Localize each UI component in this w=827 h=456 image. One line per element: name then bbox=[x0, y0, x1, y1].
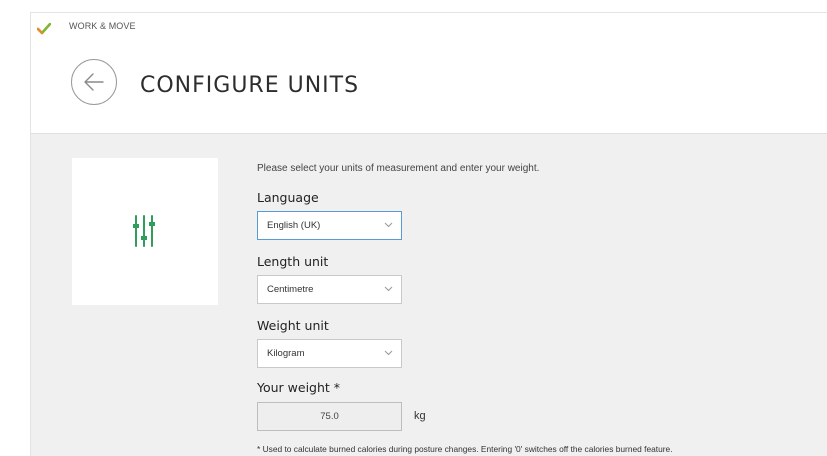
settings-icon-card bbox=[72, 158, 218, 305]
chevron-down-icon bbox=[384, 222, 393, 228]
language-label: Language bbox=[257, 190, 319, 205]
app-logo-icon bbox=[36, 20, 52, 35]
weight-label: Your weight * bbox=[257, 380, 341, 395]
weight-input[interactable]: 75.0 bbox=[257, 402, 402, 431]
weight-unit-suffix: kg bbox=[414, 410, 426, 422]
length-unit-select[interactable]: Centimetre bbox=[257, 275, 402, 304]
length-unit-value: Centimetre bbox=[267, 284, 314, 295]
footnote: * Used to calculate burned calories duri… bbox=[257, 444, 673, 454]
chevron-down-icon bbox=[384, 286, 393, 292]
page-title: CONFIGURE UNITS bbox=[140, 73, 360, 98]
weight-value: 75.0 bbox=[320, 411, 339, 422]
weight-unit-value: Kilogram bbox=[267, 348, 305, 359]
weight-unit-select[interactable]: Kilogram bbox=[257, 339, 402, 368]
page-header: CONFIGURE UNITS bbox=[31, 41, 827, 133]
app-window: WORK & MOVE CONFIGURE UNITS Please selec… bbox=[30, 12, 827, 456]
app-name: WORK & MOVE bbox=[69, 21, 136, 31]
back-button[interactable] bbox=[71, 59, 117, 105]
intro-text: Please select your units of measurement … bbox=[257, 163, 540, 174]
length-unit-label: Length unit bbox=[257, 254, 329, 269]
weight-unit-label: Weight unit bbox=[257, 318, 329, 333]
arrow-left-icon bbox=[84, 73, 104, 91]
language-select[interactable]: English (UK) bbox=[257, 211, 402, 240]
title-bar: WORK & MOVE bbox=[31, 13, 827, 41]
language-value: English (UK) bbox=[267, 220, 321, 231]
sliders-icon bbox=[133, 215, 155, 247]
content-area: Please select your units of measurement … bbox=[31, 133, 827, 456]
chevron-down-icon bbox=[384, 350, 393, 356]
